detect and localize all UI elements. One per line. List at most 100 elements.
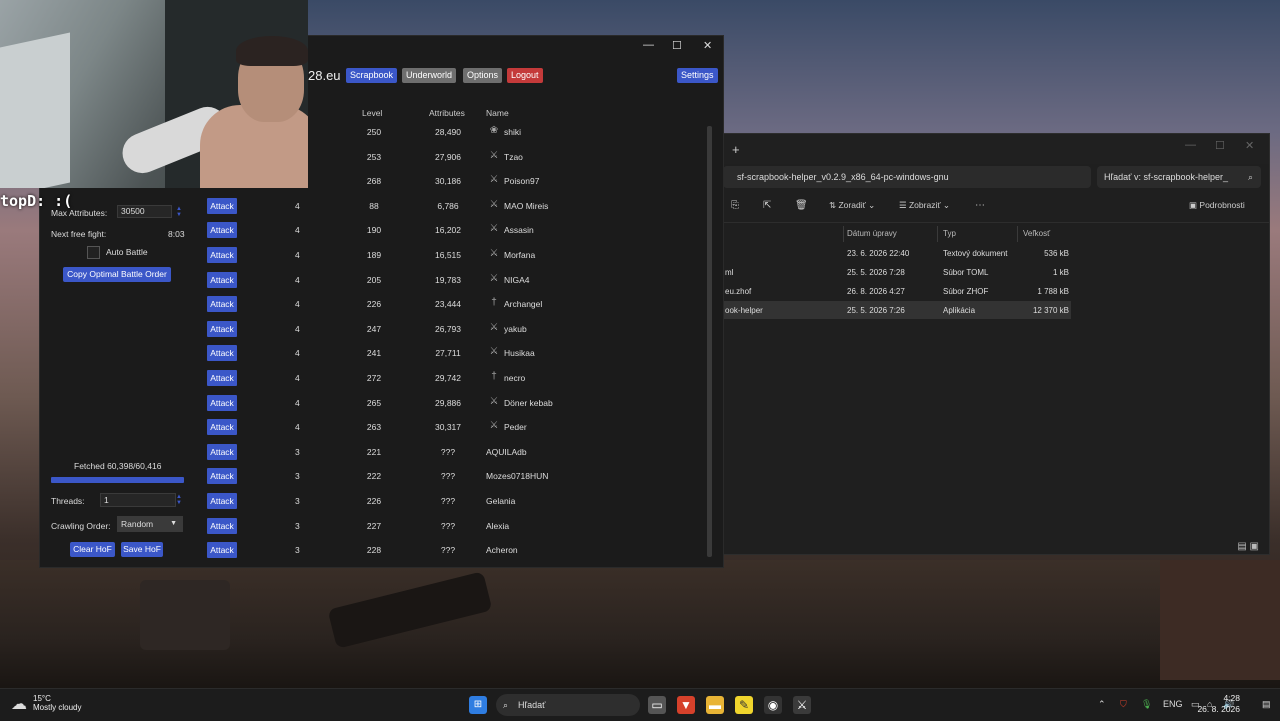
open-icon[interactable]: ⇱ <box>763 200 771 211</box>
player-attributes: 26,793 <box>435 323 461 334</box>
sf-helper-app-icon[interactable]: ⚔ <box>793 696 811 714</box>
attack-button[interactable]: Attack <box>207 296 237 313</box>
new-tab-icon[interactable]: + <box>732 142 740 157</box>
logout-button[interactable]: Logout <box>507 68 543 83</box>
threads-label: Threads: <box>51 496 85 506</box>
file-type: Textový dokument <box>943 249 1008 258</box>
attack-button[interactable]: Attack <box>207 247 237 263</box>
spinner-arrows-icon[interactable]: ▲ ▼ <box>176 494 184 506</box>
save-hof-button[interactable]: Save HoF <box>121 542 163 557</box>
explorer-search[interactable]: Hľadať v: sf-scrapbook-helper_ ⌕ <box>1097 166 1261 188</box>
player-name: Tzao <box>504 151 523 162</box>
taskbar-search[interactable]: ⌕ Hľadať <box>496 694 640 716</box>
underworld-tab[interactable]: Underworld <box>402 68 457 83</box>
shield-icon[interactable]: ⛉ <box>1120 699 1127 710</box>
attack-button[interactable]: Attack <box>207 370 237 386</box>
file-size: 12 370 kB <box>1032 306 1069 315</box>
player-list-scrollbar[interactable] <box>707 126 712 557</box>
search-icon: ⌕ <box>503 700 509 710</box>
file-row[interactable]: ml 25. 5. 2026 7:28 Súbor TOML 1 kB <box>723 263 1071 281</box>
sort-button[interactable]: ⇅ Zoradiť ⌄ <box>829 200 875 211</box>
minimize-icon[interactable]: — <box>1185 139 1196 151</box>
attack-button[interactable]: Attack <box>207 493 237 509</box>
swords-icon: ⚔ <box>489 198 499 210</box>
language-indicator[interactable]: ENG <box>1163 699 1183 709</box>
delete-icon[interactable]: 🗑 <box>795 200 808 211</box>
microphone-icon[interactable]: 🎙 <box>1141 699 1152 710</box>
view-button[interactable]: ☰ Zobraziť ⌄ <box>899 200 950 211</box>
taskbar-search-label: Hľadať <box>518 700 546 710</box>
attack-button[interactable]: Attack <box>207 542 237 559</box>
crawling-order-select[interactable]: Random ▼ <box>117 516 183 532</box>
player-level: 88 <box>369 200 379 211</box>
file-row[interactable]: 23. 6. 2026 22:40 Textový dokument 536 kB <box>723 244 1071 262</box>
share-icon[interactable]: ⎘ <box>731 200 739 211</box>
notifications-icon[interactable]: ▤ <box>1262 699 1271 710</box>
attack-button[interactable]: Attack <box>207 517 237 534</box>
player-name: Assasin <box>504 225 534 236</box>
player-attributes: ??? <box>440 446 456 457</box>
sticky-notes-icon[interactable]: ✎ <box>735 696 753 714</box>
file-explorer-icon[interactable]: ▬ <box>706 696 724 714</box>
maximize-icon[interactable]: ☐ <box>1215 139 1225 152</box>
weather-desc: Mostly cloudy <box>33 703 82 712</box>
maximize-icon[interactable]: ☐ <box>672 39 682 52</box>
attack-button[interactable]: Attack <box>207 443 237 460</box>
start-icon[interactable]: ⊞ <box>469 696 487 714</box>
file-name: ook-helper <box>725 306 763 315</box>
player-level: 253 <box>366 151 382 162</box>
clock-time: 4:28 <box>1223 693 1240 703</box>
player-row: Attack 4 226 23,444 † Archangel <box>40 296 710 316</box>
scrapbook-tab[interactable]: Scrapbook <box>346 68 398 83</box>
player-level: 228 <box>366 545 382 556</box>
player-attributes: 6,786 <box>437 200 459 211</box>
col-size[interactable]: Veľkosť <box>1023 229 1050 238</box>
next-free-fight-value: 8:03 <box>168 229 185 239</box>
attack-button[interactable]: Attack <box>207 394 237 411</box>
attack-button[interactable]: Attack <box>207 345 237 362</box>
file-row[interactable]: eu.zhof 26. 8. 2026 4:27 Súbor ZHOF 1 788 k… <box>723 282 1071 300</box>
task-view-icon[interactable]: ▭ <box>648 696 666 714</box>
player-rank: 3 <box>295 496 300 506</box>
player-attributes: 28,490 <box>435 127 461 137</box>
attack-button[interactable]: Attack <box>207 197 237 214</box>
clear-hof-button[interactable]: Clear HoF <box>70 542 115 557</box>
max-attributes-input[interactable]: 30500 <box>117 205 172 218</box>
view-toggle[interactable]: ▤ ▣ <box>1237 541 1259 552</box>
brave-browser-icon[interactable]: ▼ <box>677 696 695 714</box>
auto-battle-checkbox[interactable] <box>87 246 100 259</box>
options-tab[interactable]: Options <box>463 68 503 83</box>
clock[interactable]: 4:28 26. 8. 2026 <box>1197 693 1240 715</box>
copy-optimal-battle-order-button[interactable]: Copy Optimal Battle Order <box>63 267 171 282</box>
attack-button[interactable]: Attack <box>207 271 237 288</box>
obs-icon[interactable]: ◉ <box>764 696 782 714</box>
spinner-arrows-icon[interactable]: ▲ ▼ <box>176 206 184 218</box>
minimize-icon[interactable]: — <box>643 39 654 51</box>
attack-button[interactable]: Attack <box>207 468 237 485</box>
col-level: Level <box>362 108 383 118</box>
player-level: 189 <box>366 250 382 260</box>
player-rank: 4 <box>295 373 300 383</box>
player-attributes: 19,783 <box>435 274 461 285</box>
col-type[interactable]: Typ <box>943 229 956 238</box>
attack-button[interactable]: Attack <box>207 419 237 436</box>
player-level: 226 <box>366 299 382 310</box>
col-modified[interactable]: Dátum úpravy <box>847 229 897 238</box>
close-icon[interactable]: ✕ <box>703 39 712 52</box>
chevron-up-icon[interactable]: ⌃ <box>1098 699 1106 710</box>
player-level: 241 <box>366 348 382 359</box>
settings-button[interactable]: Settings <box>677 68 718 83</box>
details-button[interactable]: ▣ Podrobnosti <box>1189 200 1245 211</box>
threads-input[interactable]: 1 <box>100 493 176 507</box>
cloud-icon[interactable]: ☁ <box>11 694 27 714</box>
attack-button[interactable]: Attack <box>207 320 237 337</box>
player-rank: 4 <box>295 274 300 285</box>
address-bar[interactable]: sf-scrapbook-helper_v0.2.9_x86_64-pc-win… <box>723 166 1091 188</box>
attack-button[interactable]: Attack <box>207 222 237 239</box>
explorer-tabbar: + — ☐ ✕ <box>723 134 1269 164</box>
close-icon[interactable]: ✕ <box>1245 139 1254 152</box>
player-name: yakub <box>504 323 527 334</box>
file-row[interactable]: ook-helper 25. 5. 2026 7:26 Aplikácia 12 37… <box>723 301 1071 319</box>
more-icon[interactable]: ⋯ <box>975 200 985 211</box>
weather-widget[interactable]: 15°C Mostly cloudy <box>33 694 81 712</box>
